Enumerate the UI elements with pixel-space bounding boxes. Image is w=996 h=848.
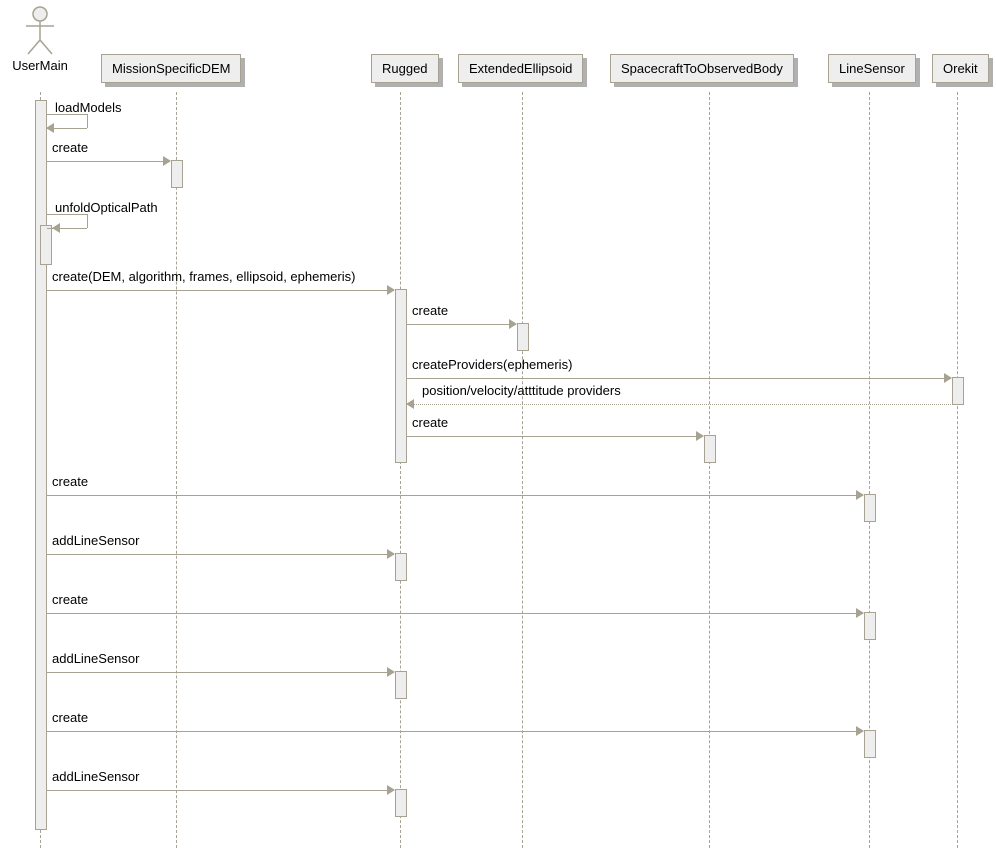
activation-usermain — [35, 100, 47, 830]
activation-usermain-nested — [40, 225, 52, 265]
msg-addlinesensor-1-label: addLineSensor — [52, 533, 139, 548]
msg-providers-return-label: position/velocity/atttitude providers — [422, 383, 621, 398]
activation-line-sensor-1 — [864, 494, 876, 522]
activation-orekit — [952, 377, 964, 405]
msg-create-linesensor-2: create — [47, 606, 863, 620]
msg-addlinesensor-2-label: addLineSensor — [52, 651, 139, 666]
activation-rugged-4 — [395, 789, 407, 817]
msg-addlinesensor-2: addLineSensor — [47, 665, 394, 679]
activation-spacecraft-to-observed-body — [704, 435, 716, 463]
msg-create-providers-label: createProviders(ephemeris) — [412, 357, 572, 372]
participant-mission-specific-dem: MissionSpecificDEM — [101, 54, 241, 83]
actor-usermain-label: UserMain — [10, 58, 70, 73]
participant-spacecraft-to-observed-body: SpacecraftToObservedBody — [610, 54, 794, 83]
participant-rugged: Rugged — [371, 54, 439, 83]
activation-extended-ellipsoid — [517, 323, 529, 351]
activation-rugged-1 — [395, 289, 407, 463]
msg-create-rugged: create(DEM, algorithm, frames, ellipsoid… — [47, 283, 394, 297]
participant-extended-ellipsoid: ExtendedEllipsoid — [458, 54, 583, 83]
msg-addlinesensor-3-label: addLineSensor — [52, 769, 139, 784]
msg-create-linesensor-3: create — [47, 724, 863, 738]
msg-loadmodels-label: loadModels — [55, 100, 122, 115]
lifeline-orekit — [957, 92, 958, 848]
msg-addlinesensor-3: addLineSensor — [47, 783, 394, 797]
participant-orekit: Orekit — [932, 54, 989, 83]
msg-create-linesensor-2-label: create — [52, 592, 88, 607]
msg-create-ellipsoid-label: create — [412, 303, 448, 318]
msg-create-ellipsoid: create — [407, 317, 516, 331]
msg-create-linesensor-1: create — [47, 488, 863, 502]
activation-mission-specific-dem — [171, 160, 183, 188]
msg-create-linesensor-1-label: create — [52, 474, 88, 489]
msg-unfoldopticalpath-label: unfoldOpticalPath — [55, 200, 158, 215]
sequence-diagram: UserMain MissionSpecificDEM Rugged Exten… — [0, 0, 996, 848]
msg-create-sc2ob-label: create — [412, 415, 448, 430]
msg-create-sc2ob: create — [407, 429, 703, 443]
activation-rugged-3 — [395, 671, 407, 699]
participant-line-sensor: LineSensor — [828, 54, 916, 83]
activation-line-sensor-3 — [864, 730, 876, 758]
actor-usermain-icon — [20, 6, 60, 61]
msg-create-dem-label: create — [52, 140, 88, 155]
activation-rugged-2 — [395, 553, 407, 581]
msg-providers-return: position/velocity/atttitude providers — [407, 397, 951, 411]
msg-create-dem: create — [47, 154, 170, 168]
msg-create-rugged-label: create(DEM, algorithm, frames, ellipsoid… — [52, 269, 355, 284]
msg-addlinesensor-1: addLineSensor — [47, 547, 394, 561]
msg-create-linesensor-3-label: create — [52, 710, 88, 725]
activation-line-sensor-2 — [864, 612, 876, 640]
